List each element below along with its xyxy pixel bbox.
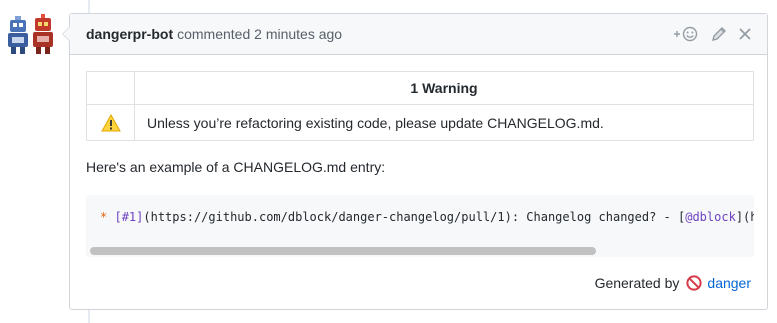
example-intro: Here's an example of a CHANGELOG.md entr… bbox=[86, 159, 386, 175]
code-bullet: * bbox=[100, 210, 108, 224]
warnings-table: 1 Warning Unless you’re refactoring exis… bbox=[86, 71, 754, 141]
code-text-end: ](h bbox=[735, 210, 754, 224]
warning-icon-cell bbox=[86, 104, 135, 141]
comment-box: dangerpr-bot commented 2 minutes ago 1 W… bbox=[62, 13, 768, 310]
avatar[interactable] bbox=[6, 14, 56, 56]
no-entry-icon bbox=[686, 275, 703, 291]
warning-icon bbox=[100, 113, 121, 132]
comment-author[interactable]: dangerpr-bot bbox=[86, 26, 173, 42]
close-icon[interactable] bbox=[739, 28, 751, 40]
scrollbar-thumb[interactable] bbox=[90, 247, 596, 255]
table-row: Unless you’re refactoring existing code,… bbox=[86, 104, 754, 141]
horizontal-scrollbar[interactable] bbox=[86, 245, 754, 257]
comment-header: dangerpr-bot commented 2 minutes ago bbox=[70, 14, 767, 55]
warning-message: Unless you’re refactoring existing code,… bbox=[134, 104, 754, 141]
code-text-mid: (https://github.com/dblock/danger-change… bbox=[143, 210, 686, 224]
table-header-icon-cell bbox=[86, 71, 135, 105]
generated-by-label: Generated by bbox=[594, 275, 680, 291]
code-line: * [#1](https://github.com/dblock/danger-… bbox=[100, 210, 754, 224]
pencil-icon[interactable] bbox=[711, 26, 727, 42]
danger-link[interactable]: danger bbox=[707, 275, 751, 291]
code-mention: @dblock bbox=[685, 210, 736, 224]
comment-timestamp[interactable]: commented 2 minutes ago bbox=[177, 26, 342, 42]
code-ref: [#1] bbox=[114, 210, 144, 224]
add-reaction-icon[interactable] bbox=[673, 26, 699, 42]
code-block: * [#1](https://github.com/dblock/danger-… bbox=[86, 195, 754, 257]
table-header-row: 1 Warning bbox=[86, 71, 754, 105]
generated-by-footer: Generated by danger bbox=[595, 275, 751, 291]
table-header-title: 1 Warning bbox=[134, 71, 754, 105]
comment-actions bbox=[673, 26, 751, 42]
